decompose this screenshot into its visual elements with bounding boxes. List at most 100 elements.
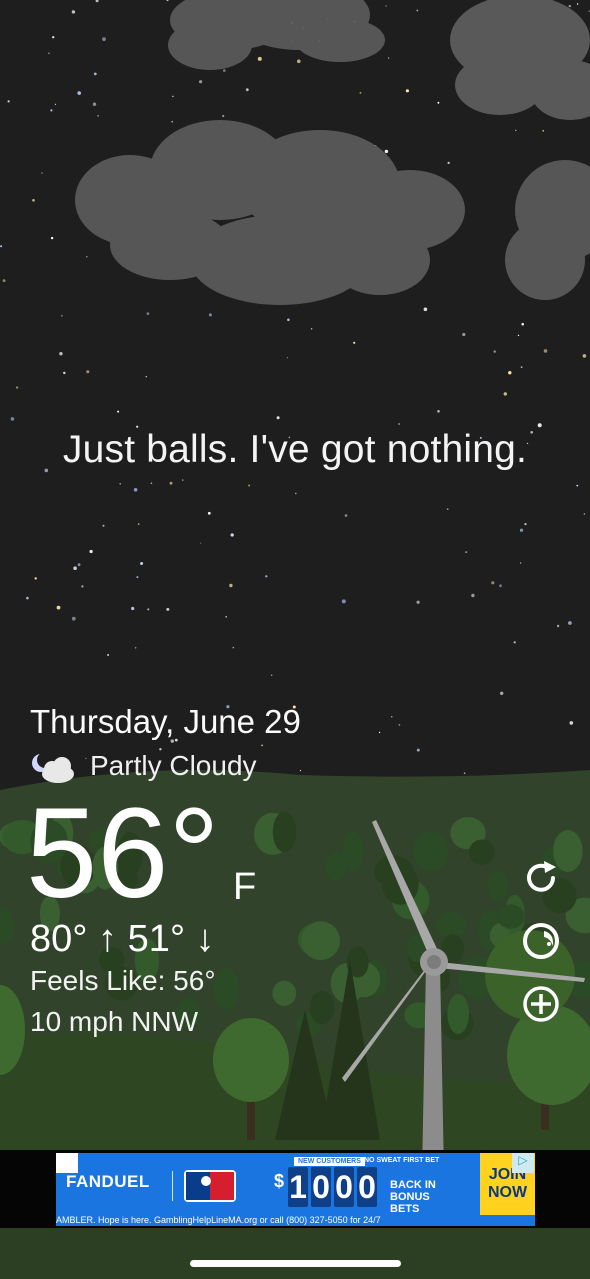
star bbox=[199, 80, 203, 84]
star bbox=[500, 691, 504, 695]
weather-scene bbox=[0, 0, 590, 1279]
star bbox=[378, 731, 381, 734]
star bbox=[310, 328, 313, 330]
ad-digit: 1 bbox=[288, 1167, 308, 1207]
star bbox=[34, 577, 37, 580]
add-icon[interactable] bbox=[520, 983, 562, 1025]
star bbox=[200, 542, 202, 544]
star bbox=[50, 236, 54, 240]
star bbox=[171, 120, 173, 123]
star bbox=[257, 56, 262, 61]
star bbox=[515, 129, 517, 131]
star bbox=[208, 313, 212, 317]
star bbox=[299, 770, 302, 772]
star bbox=[493, 350, 496, 353]
ad-divider bbox=[172, 1171, 173, 1201]
star bbox=[462, 332, 466, 337]
star bbox=[50, 109, 53, 112]
date-label: Thursday, June 29 bbox=[30, 703, 301, 740]
star bbox=[102, 37, 106, 41]
star bbox=[71, 10, 76, 14]
star bbox=[520, 366, 523, 368]
star bbox=[26, 596, 29, 600]
star bbox=[471, 593, 475, 598]
fanduel-banner-ad[interactable]: FANDUEL NEW CUSTOMERS NO SWEAT FIRST BET… bbox=[56, 1153, 535, 1226]
footer-ground bbox=[0, 1228, 590, 1279]
ad-subline: BACK IN BONUS BETS bbox=[390, 1179, 436, 1215]
star bbox=[145, 376, 147, 378]
weather-quip: Just balls. I've got nothing. bbox=[62, 428, 528, 471]
location-icon[interactable] bbox=[520, 920, 562, 962]
star bbox=[503, 392, 507, 396]
star bbox=[230, 533, 234, 537]
star bbox=[223, 69, 226, 72]
star bbox=[59, 352, 63, 356]
condition-label: Partly Cloudy bbox=[90, 750, 257, 781]
star bbox=[86, 370, 90, 374]
ad-disclaimer: AMBLER. Hope is here. GamblingHelpLineMA… bbox=[56, 1215, 381, 1225]
star bbox=[61, 314, 63, 317]
star bbox=[166, 607, 170, 611]
partly-cloudy-night-icon bbox=[32, 752, 74, 783]
star bbox=[583, 513, 586, 515]
star bbox=[232, 646, 235, 649]
tree bbox=[309, 990, 335, 1025]
home-indicator[interactable] bbox=[190, 1260, 401, 1267]
star bbox=[517, 334, 520, 337]
star bbox=[81, 585, 84, 588]
star bbox=[225, 616, 227, 618]
star bbox=[446, 508, 449, 511]
star bbox=[568, 621, 572, 625]
ad-new-customers: NEW CUSTOMERS bbox=[294, 1157, 365, 1166]
star bbox=[543, 349, 548, 353]
ad-digit: 0 bbox=[334, 1167, 354, 1207]
star bbox=[359, 91, 362, 94]
star bbox=[465, 551, 468, 554]
star bbox=[388, 57, 390, 59]
star bbox=[271, 674, 273, 676]
star bbox=[134, 647, 137, 649]
star bbox=[398, 724, 401, 726]
star bbox=[48, 52, 50, 55]
star bbox=[86, 255, 88, 258]
star bbox=[398, 423, 400, 425]
star bbox=[384, 149, 389, 154]
star bbox=[146, 312, 150, 315]
star bbox=[344, 514, 348, 517]
star bbox=[437, 101, 440, 104]
star bbox=[207, 511, 211, 515]
star bbox=[10, 417, 15, 421]
refresh-icon[interactable] bbox=[520, 857, 562, 899]
star bbox=[524, 523, 527, 526]
star bbox=[286, 357, 288, 359]
star bbox=[119, 483, 121, 485]
wind-speed: 10 mph NNW bbox=[30, 1006, 199, 1037]
tree bbox=[459, 958, 480, 996]
ad-choices-icon[interactable]: ▷ bbox=[512, 1153, 534, 1173]
star bbox=[182, 479, 184, 481]
star bbox=[93, 72, 97, 76]
tree bbox=[413, 831, 449, 872]
star bbox=[521, 322, 524, 326]
star bbox=[447, 161, 450, 164]
tree bbox=[487, 870, 509, 902]
star bbox=[353, 341, 356, 344]
star bbox=[102, 524, 105, 527]
star bbox=[582, 354, 587, 358]
star bbox=[77, 563, 81, 567]
star bbox=[150, 482, 153, 485]
star bbox=[416, 600, 420, 604]
star bbox=[416, 748, 420, 752]
star bbox=[519, 562, 522, 564]
tree bbox=[468, 839, 495, 865]
star bbox=[508, 371, 512, 375]
star bbox=[89, 549, 93, 554]
star bbox=[0, 245, 3, 248]
temperature-unit: F bbox=[233, 866, 257, 908]
star bbox=[276, 416, 280, 420]
star bbox=[15, 386, 19, 389]
star bbox=[32, 199, 35, 202]
star bbox=[576, 484, 579, 487]
star bbox=[52, 36, 55, 39]
star bbox=[416, 9, 419, 12]
